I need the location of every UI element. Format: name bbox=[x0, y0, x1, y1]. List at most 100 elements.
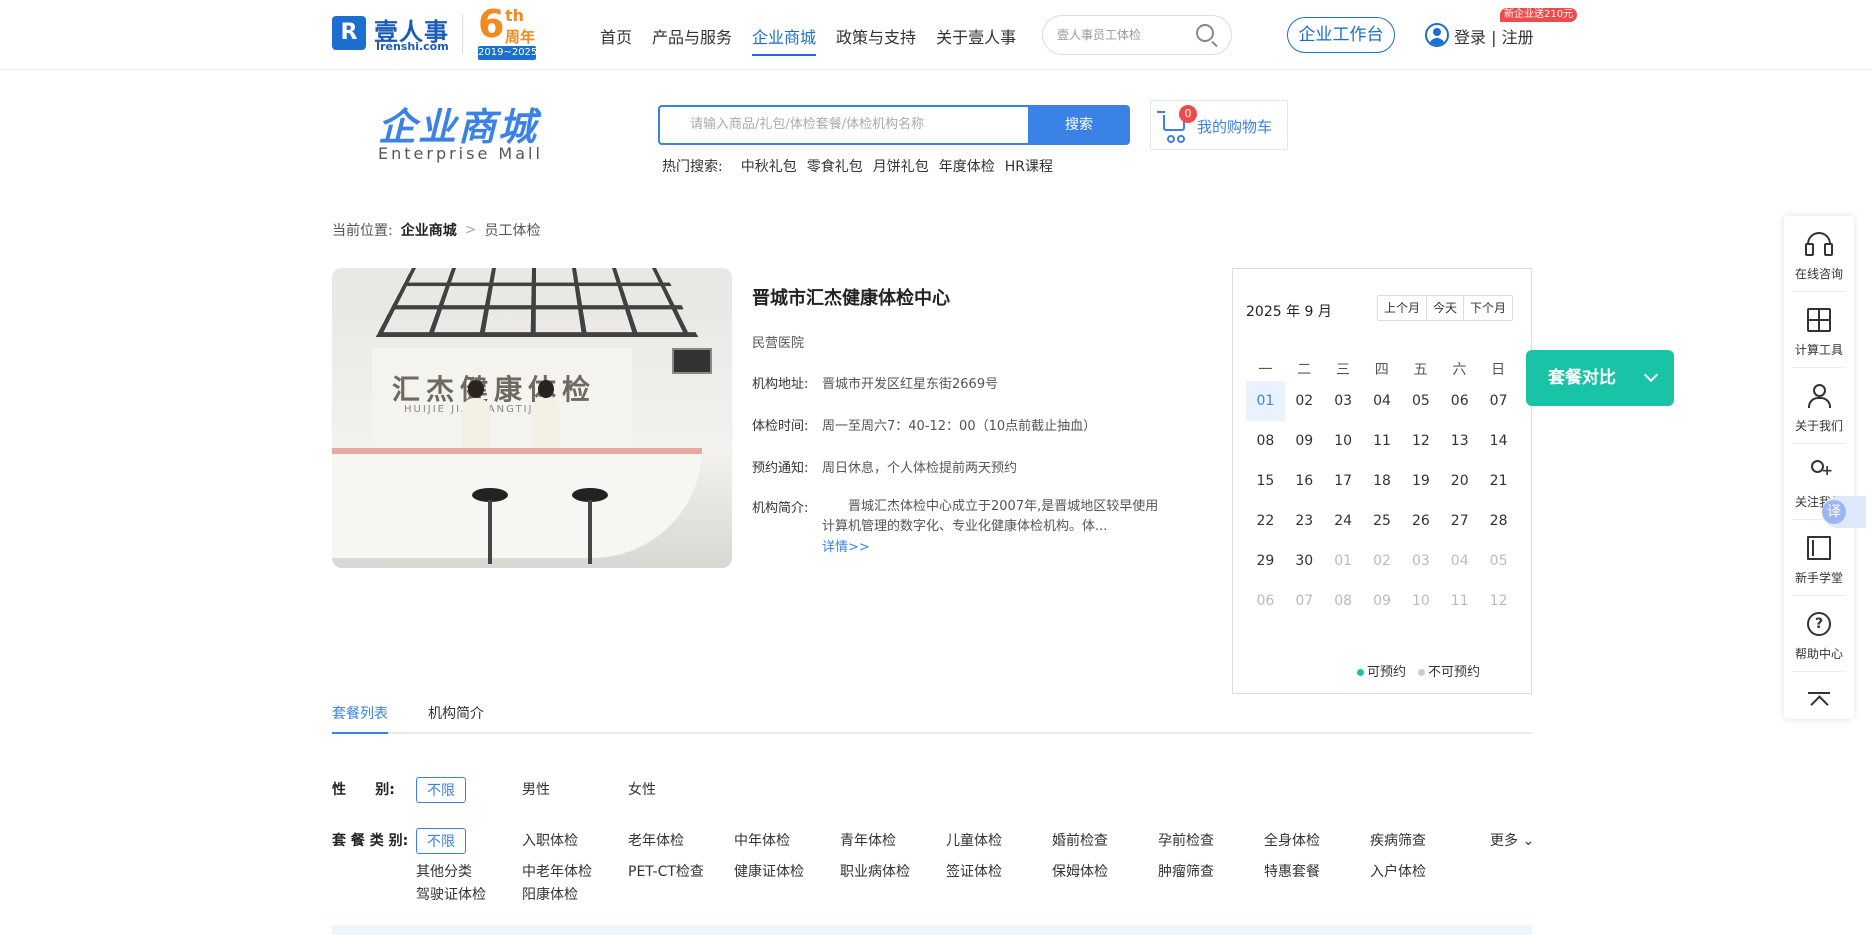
hot-search-item[interactable]: HR课程 bbox=[1005, 156, 1053, 176]
calendar-day[interactable]: 10 bbox=[1324, 421, 1363, 461]
calendar-day[interactable]: 27 bbox=[1440, 501, 1479, 541]
category-option[interactable]: 入职体检 bbox=[522, 830, 578, 850]
more-categories-link[interactable]: 更多 ⌄ bbox=[1490, 830, 1534, 850]
calendar-day[interactable]: 22 bbox=[1246, 501, 1285, 541]
calendar-day[interactable]: 09 bbox=[1363, 581, 1402, 621]
tab-institution-intro[interactable]: 机构简介 bbox=[428, 700, 484, 734]
calendar-day[interactable]: 24 bbox=[1324, 501, 1363, 541]
mall-search-button[interactable]: 搜索 bbox=[1028, 105, 1130, 145]
category-option[interactable]: 驾驶证体检 bbox=[416, 884, 486, 904]
user-avatar-icon[interactable] bbox=[1425, 23, 1449, 47]
category-option[interactable]: 中老年体检 bbox=[522, 861, 592, 881]
gender-option[interactable]: 女性 bbox=[628, 779, 656, 799]
calendar-day[interactable]: 05 bbox=[1401, 381, 1440, 421]
category-option[interactable]: 职业病体检 bbox=[840, 861, 910, 881]
calendar-day[interactable]: 01 bbox=[1324, 541, 1363, 581]
nav-policy[interactable]: 政策与支持 bbox=[836, 24, 916, 56]
category-option[interactable]: 入户体检 bbox=[1370, 861, 1426, 881]
hot-search-item[interactable]: 年度体检 bbox=[939, 156, 995, 176]
workbench-button[interactable]: 企业工作台 bbox=[1287, 17, 1395, 53]
gender-option[interactable]: 男性 bbox=[522, 779, 550, 799]
gender-option[interactable]: 不限 bbox=[416, 777, 466, 803]
category-option[interactable]: 婚前检查 bbox=[1052, 830, 1108, 850]
tab-package-list[interactable]: 套餐列表 bbox=[332, 700, 388, 734]
category-option[interactable]: 全身体检 bbox=[1264, 830, 1320, 850]
calendar-day[interactable]: 08 bbox=[1246, 421, 1285, 461]
calendar-day[interactable]: 06 bbox=[1246, 581, 1285, 621]
category-option[interactable]: 签证体检 bbox=[946, 861, 1002, 881]
calendar-day[interactable]: 21 bbox=[1479, 461, 1518, 501]
detail-link[interactable]: 详情>> bbox=[822, 536, 870, 555]
calendar-day[interactable]: 14 bbox=[1479, 421, 1518, 461]
sidebar-item-consult[interactable]: 在线咨询 bbox=[1784, 216, 1854, 292]
hot-search-item[interactable]: 零食礼包 bbox=[807, 156, 863, 176]
nav-home[interactable]: 首页 bbox=[600, 24, 632, 56]
category-option[interactable]: 老年体检 bbox=[628, 830, 684, 850]
hot-search-item[interactable]: 中秋礼包 bbox=[741, 156, 797, 176]
sidebar-item-about[interactable]: 关于我们 bbox=[1784, 368, 1854, 444]
nav-products[interactable]: 产品与服务 bbox=[652, 24, 732, 56]
calendar-day[interactable]: 12 bbox=[1401, 421, 1440, 461]
calendar-day[interactable]: 01 bbox=[1246, 381, 1285, 421]
sidebar-item-tools[interactable]: 计算工具 bbox=[1784, 292, 1854, 368]
sidebar-item-help[interactable]: ? 帮助中心 bbox=[1784, 596, 1854, 672]
sidebar-item-learn[interactable]: 新手学堂 bbox=[1784, 520, 1854, 596]
login-register-link[interactable]: 登录 | 注册 bbox=[1454, 24, 1534, 48]
calendar-day[interactable]: 09 bbox=[1285, 421, 1324, 461]
calendar-day[interactable]: 10 bbox=[1401, 581, 1440, 621]
nav-mall[interactable]: 企业商城 bbox=[752, 24, 817, 56]
calendar-day[interactable]: 25 bbox=[1363, 501, 1402, 541]
calendar-day[interactable]: 07 bbox=[1479, 381, 1518, 421]
calendar-day[interactable]: 28 bbox=[1479, 501, 1518, 541]
category-option[interactable]: 保姆体检 bbox=[1052, 861, 1108, 881]
back-to-top-button[interactable] bbox=[1784, 672, 1854, 719]
package-compare-button[interactable]: 套餐对比 bbox=[1526, 350, 1674, 406]
category-option[interactable]: PET-CT检查 bbox=[628, 861, 704, 881]
hot-search-item[interactable]: 月饼礼包 bbox=[873, 156, 929, 176]
translate-button[interactable]: 译 bbox=[1822, 496, 1866, 528]
category-option[interactable]: 阳康体检 bbox=[522, 884, 578, 904]
calendar-day[interactable]: 26 bbox=[1401, 501, 1440, 541]
calendar-day[interactable]: 23 bbox=[1285, 501, 1324, 541]
calendar-day[interactable]: 03 bbox=[1401, 541, 1440, 581]
calendar-day[interactable]: 08 bbox=[1324, 581, 1363, 621]
calendar-day[interactable]: 19 bbox=[1401, 461, 1440, 501]
calendar-day[interactable]: 05 bbox=[1479, 541, 1518, 581]
calendar-day[interactable]: 07 bbox=[1285, 581, 1324, 621]
category-option[interactable]: 特惠套餐 bbox=[1264, 861, 1320, 881]
calendar-day[interactable]: 16 bbox=[1285, 461, 1324, 501]
calendar-day[interactable]: 18 bbox=[1363, 461, 1402, 501]
nav-about[interactable]: 关于壹人事 bbox=[936, 24, 1016, 56]
logo-mark[interactable]: R bbox=[332, 16, 366, 50]
today-button[interactable]: 今天 bbox=[1427, 296, 1465, 320]
search-icon[interactable] bbox=[1196, 24, 1214, 42]
calendar-day[interactable]: 06 bbox=[1440, 381, 1479, 421]
category-option[interactable]: 中年体检 bbox=[734, 830, 790, 850]
calendar-day[interactable]: 15 bbox=[1246, 461, 1285, 501]
calendar-day[interactable]: 12 bbox=[1479, 581, 1518, 621]
calendar-day[interactable]: 29 bbox=[1246, 541, 1285, 581]
prev-month-button[interactable]: 上个月 bbox=[1378, 296, 1428, 320]
category-option[interactable]: 儿童体检 bbox=[946, 830, 1002, 850]
calendar-day[interactable]: 02 bbox=[1363, 541, 1402, 581]
calendar-day[interactable]: 02 bbox=[1285, 381, 1324, 421]
cart-button[interactable]: 0 我的购物车 bbox=[1150, 100, 1288, 150]
next-month-button[interactable]: 下个月 bbox=[1464, 296, 1512, 320]
breadcrumb-mall[interactable]: 企业商城 bbox=[401, 220, 457, 240]
category-option[interactable]: 疾病筛查 bbox=[1370, 830, 1426, 850]
calendar-day[interactable]: 30 bbox=[1285, 541, 1324, 581]
category-option[interactable]: 孕前检查 bbox=[1158, 830, 1214, 850]
calendar-day[interactable]: 11 bbox=[1363, 421, 1402, 461]
calendar-day[interactable]: 03 bbox=[1324, 381, 1363, 421]
calendar-day[interactable]: 13 bbox=[1440, 421, 1479, 461]
calendar-day[interactable]: 04 bbox=[1363, 381, 1402, 421]
category-option[interactable]: 青年体检 bbox=[840, 830, 896, 850]
mall-search-input[interactable]: 请输入商品/礼包/体检套餐/体检机构名称 bbox=[658, 105, 1028, 145]
calendar-day[interactable]: 17 bbox=[1324, 461, 1363, 501]
category-option[interactable]: 健康证体检 bbox=[734, 861, 804, 881]
category-option[interactable]: 肿瘤筛查 bbox=[1158, 861, 1214, 881]
calendar-day[interactable]: 20 bbox=[1440, 461, 1479, 501]
category-option[interactable]: 不限 bbox=[416, 828, 466, 854]
category-option[interactable]: 其他分类 bbox=[416, 861, 472, 881]
calendar-day[interactable]: 11 bbox=[1440, 581, 1479, 621]
